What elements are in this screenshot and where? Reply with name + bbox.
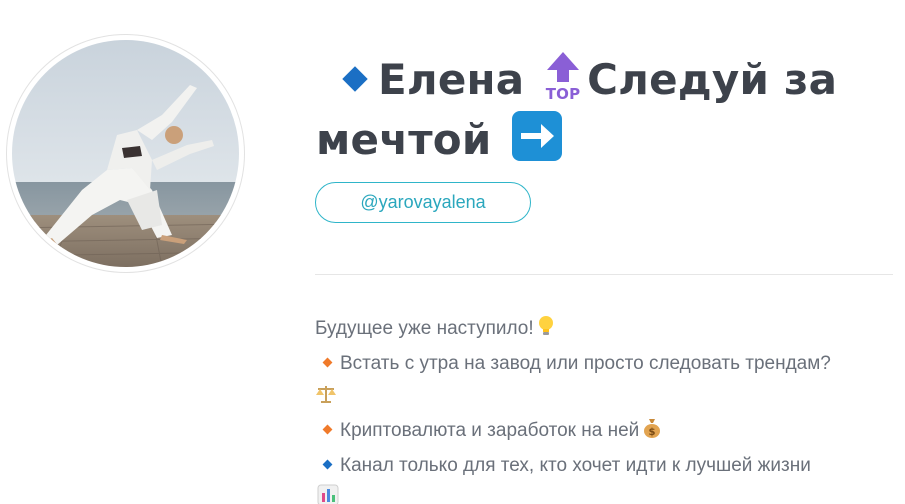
light-bulb-icon [537, 315, 555, 348]
divider [315, 274, 893, 275]
title-slogan-2: мечтой [316, 115, 492, 164]
bio-line: Встать с утра на завод или просто следов… [315, 348, 900, 380]
bio-text: Будущее уже наступило! [315, 318, 534, 339]
profile-title: Елена TOP Следуй за мечтой [316, 50, 896, 170]
bio: Будущее уже наступило! Встать с утра на … [315, 313, 900, 504]
bio-text: Встать с утра на завод или просто следов… [340, 353, 831, 374]
bio-text: Криптовалюта и заработок на ней [340, 420, 640, 441]
bio-text: Канал только для тех, кто хочет идти к л… [340, 455, 811, 476]
right-arrow-icon [511, 110, 563, 162]
title-name: Елена [378, 55, 525, 104]
bio-line: Будущее уже наступило! [315, 313, 900, 348]
small-orange-diamond-icon [322, 424, 333, 435]
avatar[interactable] [6, 34, 245, 273]
bio-line [315, 380, 900, 415]
profile-page: Елена TOP Следуй за мечтой @yarovayalena… [0, 0, 905, 504]
handle-button[interactable]: @yarovayalena [315, 182, 531, 223]
small-orange-diamond-icon [322, 357, 333, 368]
bar-chart-icon [317, 484, 339, 504]
avatar-photo [12, 40, 239, 267]
svg-text:$: $ [649, 427, 656, 438]
bio-line: Криптовалюта и заработок на ней $ [315, 415, 900, 450]
small-blue-diamond-icon [322, 459, 333, 470]
svg-text:TOP: TOP [546, 85, 581, 102]
money-bag-icon: $ [642, 417, 662, 450]
large-blue-diamond-icon [342, 66, 368, 92]
bio-line: Канал только для тех, кто хочет идти к л… [315, 450, 900, 482]
top-arrow-icon: TOP [541, 50, 585, 103]
bio-line [315, 482, 900, 504]
balance-scale-icon [315, 383, 337, 415]
title-slogan-1: Следуй за [587, 55, 838, 104]
